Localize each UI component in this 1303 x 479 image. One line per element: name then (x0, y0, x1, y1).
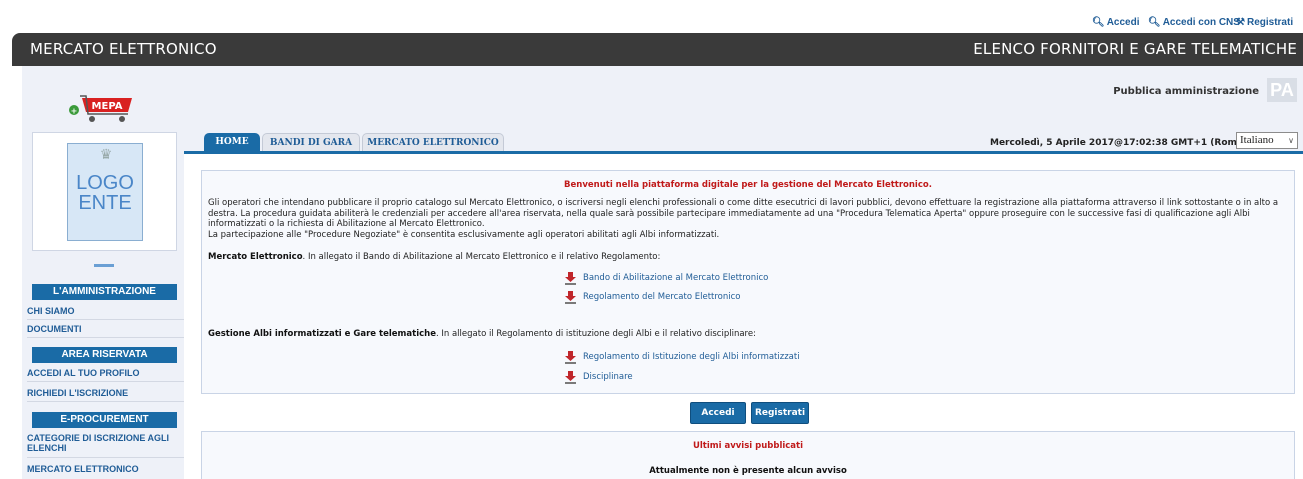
ente-logo-line2: ENTE (78, 192, 132, 214)
sidebar-link-chi-siamo[interactable]: CHI SIAMO (27, 306, 184, 316)
download-icon (565, 351, 576, 364)
tab-bandi-di-gara[interactable]: BANDI DI GARA (262, 133, 360, 151)
accedi-link[interactable]: 🔍︎ Accedi (1092, 17, 1140, 28)
crown-icon: ♛ (99, 147, 113, 163)
tools-icon: ⚒ (1236, 17, 1245, 28)
news-empty-message: Attualmente non è presente alcun avviso (649, 466, 847, 476)
albi-paragraph: Gestione Albi informatizzati e Gare tele… (208, 329, 1291, 340)
divider (27, 337, 184, 338)
negoziate-paragraph: La partecipazione alle "Procedure Negozi… (208, 230, 720, 240)
download-link-regolamento-mercato-label: Regolamento del Mercato Elettronico (583, 292, 741, 302)
mercato-paragraph: Mercato Elettronico. In allegato il Band… (208, 252, 1291, 263)
sidebar-link-accedi-profilo[interactable]: ACCEDI AL TUO PROFILO (27, 368, 184, 378)
news-panel: Ultimi avvisi pubblicati Attualmente non… (201, 431, 1295, 479)
site-header: MERCATO ELETTRONICO ELENCO FORNITORI E G… (12, 33, 1303, 66)
section-header-area-riservata: AREA RISERVATA (32, 347, 177, 363)
albi-rest: . In allegato il Regolamento di istituzi… (435, 329, 756, 339)
sidebar-link-documenti[interactable]: DOCUMENTI (27, 324, 184, 334)
header-left-title: MERCATO ELETTRONICO (30, 40, 217, 58)
registrati-button[interactable]: Registrati (751, 402, 809, 424)
top-links-bar: 🔍︎ Accedi 🔍︎ Accedi con CNS ⚒ Registrati (0, 0, 1303, 33)
download-link-disciplinare-label: Disciplinare (583, 372, 633, 382)
sidebar-link-richiedi-iscrizione[interactable]: RICHIEDI L'ISCRIZIONE (27, 388, 184, 398)
tab-underline (184, 151, 1303, 154)
ente-logo: ♛ LOGO ENTE (67, 143, 143, 241)
mepa-logo[interactable]: + MEPA (68, 88, 140, 124)
welcome-heading: Benvenuti nella piattaforma digitale per… (564, 180, 932, 190)
language-select[interactable]: Italiano ∨ (1236, 132, 1298, 149)
pa-logo: PA (1267, 78, 1297, 102)
mercato-rest: . In allegato il Bando di Abilitazione a… (302, 252, 661, 262)
download-link-regolamento-albi-label: Regolamento di Istituzione degli Albi in… (583, 352, 800, 362)
divider (27, 401, 184, 402)
divider (27, 381, 184, 382)
sidebar: + MEPA ♛ LOGO ENTE L'AMMINISTRAZIONE CHI… (22, 66, 184, 479)
accedi-link-label: Accedi (1106, 17, 1140, 28)
header-right-title: ELENCO FORNITORI E GARE TELEMATICHE (973, 40, 1297, 58)
accedi-button[interactable]: Accedi (690, 402, 746, 424)
language-select-value: Italiano (1240, 134, 1274, 146)
download-icon (565, 272, 576, 285)
registrati-link-label: Registrati (1246, 17, 1294, 28)
sidebar-link-mercato-elettronico[interactable]: MERCATO ELETTRONICO (27, 464, 184, 474)
tab-mercato-elettronico[interactable]: MERCATO ELETTRONICO (362, 133, 504, 151)
section-header-amministrazione: L'AMMINISTRAZIONE (32, 284, 177, 300)
registrati-link[interactable]: ⚒ Registrati (1236, 17, 1293, 28)
welcome-panel: Benvenuti nella piattaforma digitale per… (201, 170, 1295, 394)
pa-label: Pubblica amministrazione (1113, 86, 1259, 97)
current-datetime: Mercoledì, 5 Aprile 2017@17:02:38 GMT+1 … (990, 138, 1248, 148)
divider (27, 457, 184, 458)
accedi-cns-link-label: Accedi con CNS (1162, 17, 1240, 28)
intro-paragraph: Gli operatori che intendano pubblicare i… (208, 198, 1279, 229)
key-icon: 🔍︎ (1092, 17, 1105, 28)
key-icon: 🔍︎ (1148, 17, 1161, 28)
mercato-bold: Mercato Elettronico (208, 252, 303, 262)
tab-home[interactable]: HOME (204, 133, 260, 151)
news-title: Ultimi avvisi pubblicati (692, 441, 804, 451)
sidebar-link-categorie-iscrizione[interactable]: CATEGORIE DI ISCRIZIONE AGLI ELENCHI (27, 433, 184, 453)
albi-bold: Gestione Albi informatizzati e Gare tele… (208, 329, 436, 339)
download-icon (565, 371, 576, 384)
carousel-indicator[interactable] (94, 264, 114, 267)
chevron-down-icon: ∨ (1288, 136, 1294, 145)
svg-text:+: + (71, 107, 78, 116)
download-icon (565, 291, 576, 304)
ente-logo-line1: LOGO (76, 172, 134, 194)
ente-logo-box: ♛ LOGO ENTE (32, 132, 177, 251)
section-header-e-procurement: E-PROCUREMENT (32, 412, 177, 428)
svg-text:MEPA: MEPA (92, 101, 123, 112)
accedi-cns-link[interactable]: 🔍︎ Accedi con CNS (1148, 17, 1240, 28)
download-link-bando-label: Bando di Abilitazione al Mercato Elettro… (583, 273, 769, 283)
divider (27, 319, 184, 320)
